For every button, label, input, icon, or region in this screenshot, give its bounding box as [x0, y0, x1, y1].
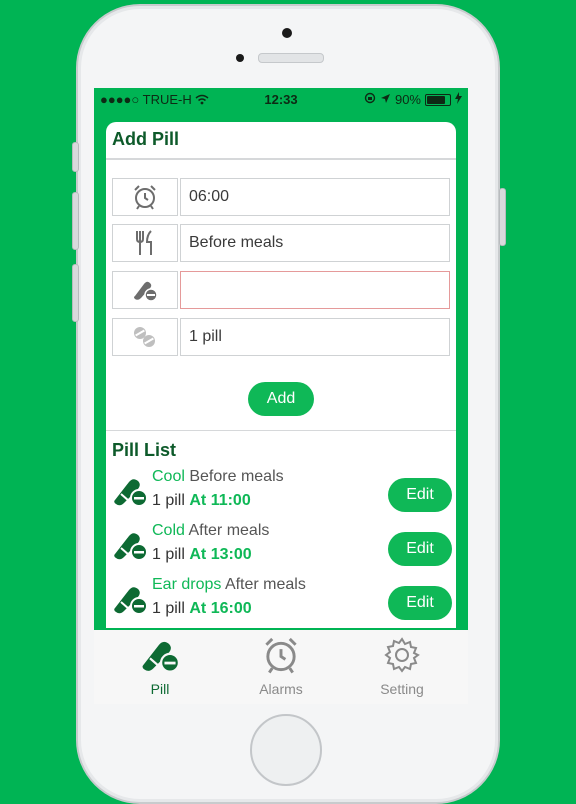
pill-capsule-icon [112, 582, 148, 621]
gear-icon [383, 637, 421, 677]
dose-row[interactable]: 1 pill [112, 318, 450, 356]
main-card: Add Pill 06:00 Before meals 1 pill Add P… [106, 122, 456, 628]
pill-capsule-icon [112, 474, 148, 513]
name-row[interactable] [112, 271, 450, 309]
meal-row[interactable]: Before meals [112, 224, 450, 262]
list-divider [106, 430, 456, 431]
item-title: Cool Before meals [152, 468, 284, 485]
pill-name-input[interactable] [180, 271, 450, 309]
volume-up-button [72, 192, 79, 250]
time-field[interactable]: 06:00 [180, 178, 450, 216]
earpiece-speaker [258, 53, 324, 63]
time-row[interactable]: 06:00 [112, 178, 450, 216]
tab-alarms[interactable]: Alarms [231, 636, 331, 697]
edit-button[interactable]: Edit [388, 478, 452, 512]
alarm-clock-icon [262, 637, 300, 677]
list-item[interactable]: Cool Before meals 1 pill At 11:00 Edit [110, 466, 452, 520]
tab-setting[interactable]: Setting [352, 636, 452, 697]
power-button [499, 188, 506, 246]
home-button[interactable] [250, 714, 322, 786]
item-detail: 1 pill At 13:00 [152, 546, 252, 563]
volume-down-button [72, 264, 79, 322]
item-title: Ear drops After meals [152, 576, 306, 593]
dose-field[interactable]: 1 pill [180, 318, 450, 356]
pill-list-title: Pill List [112, 440, 177, 460]
list-item[interactable]: Cold After meals 1 pill At 13:00 Edit [110, 520, 452, 574]
edit-button[interactable]: Edit [388, 586, 452, 620]
battery-icon [425, 93, 451, 106]
item-title: Cold After meals [152, 522, 270, 539]
meal-field[interactable]: Before meals [180, 224, 450, 262]
tab-pill[interactable]: Pill [110, 636, 210, 697]
title-divider [106, 158, 456, 160]
alarm-clock-icon [112, 178, 178, 216]
charging-icon [455, 92, 462, 107]
pill-capsule-icon [112, 528, 148, 567]
status-right: 90% [364, 92, 462, 107]
item-detail: 1 pill At 11:00 [152, 492, 251, 509]
mute-switch [72, 142, 79, 172]
pill-capsule-icon [112, 271, 178, 309]
battery-percent: 90% [394, 92, 421, 107]
fork-knife-icon [112, 224, 178, 262]
tablets-icon [112, 318, 178, 356]
add-button[interactable]: Add [248, 382, 314, 416]
item-detail: 1 pill At 16:00 [152, 600, 252, 617]
rotation-lock-icon [364, 92, 376, 107]
edit-button[interactable]: Edit [388, 532, 452, 566]
location-icon [380, 92, 391, 107]
tab-bar: Pill Alarms Setting [94, 630, 468, 704]
status-bar: ●●●●○ TRUE-H 12:33 90% [94, 88, 468, 112]
app-screen: ●●●●○ TRUE-H 12:33 90% Add Pill 06:00 Be… [94, 88, 468, 704]
front-camera [282, 28, 292, 38]
proximity-sensor [236, 54, 244, 62]
list-item[interactable]: Ear drops After meals 1 pill At 16:00 Ed… [110, 574, 452, 628]
add-pill-title: Add Pill [112, 129, 179, 149]
pill-capsule-icon [140, 641, 180, 677]
